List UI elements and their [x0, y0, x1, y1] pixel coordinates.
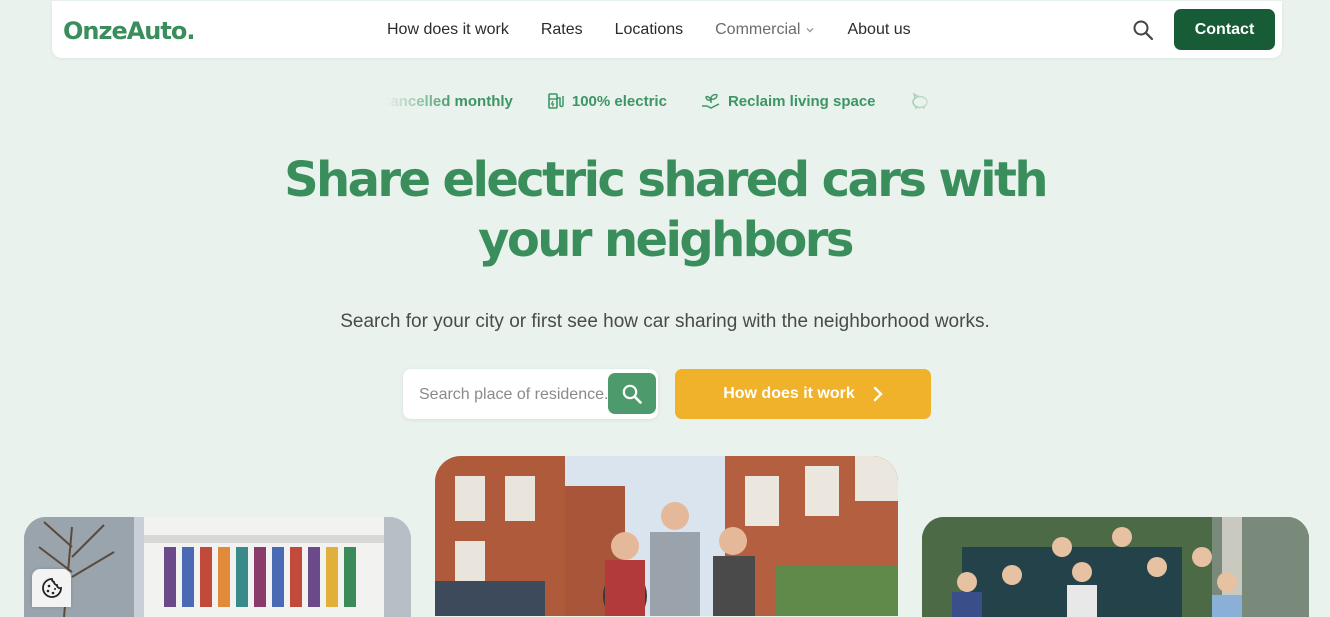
usp-label: Reclaim living space: [727, 92, 876, 110]
nav-about-us[interactable]: About us: [847, 21, 910, 39]
how-it-works-button[interactable]: How does it work: [675, 369, 931, 419]
hero-subtitle: Search for your city or first see how ca…: [340, 311, 990, 332]
search-submit-button[interactable]: [608, 373, 656, 414]
nav-rates[interactable]: Rates: [541, 21, 583, 39]
usp-electric: 100% electric: [547, 92, 667, 110]
hero-title: Share electric shared cars with your nei…: [284, 152, 1048, 268]
usp-living-space: Reclaim living space: [701, 92, 876, 110]
plant-hand-icon: [701, 93, 720, 109]
nav-commercial-label: Commercial: [715, 21, 801, 38]
search-icon: [622, 384, 642, 404]
neighbors-group-photo: [435, 456, 898, 616]
cookie-settings-button[interactable]: [32, 569, 71, 607]
chevron-right-icon: [873, 386, 883, 402]
nav-commercial[interactable]: Commercial: [715, 21, 815, 39]
usp-label: 100% electric: [571, 92, 667, 110]
building-with-car-photo: [24, 517, 411, 617]
residence-search: [403, 369, 658, 419]
nav-locations[interactable]: Locations: [615, 21, 684, 39]
charging-station-icon: [548, 93, 564, 109]
usp-label: cancelled monthly: [386, 92, 513, 110]
nav-how-it-works[interactable]: How does it work: [387, 21, 509, 39]
site-header: OnzeAuto. How does it work Rates Locatio…: [52, 1, 1282, 58]
community-group-photo: [922, 517, 1309, 617]
residence-search-input[interactable]: [417, 383, 611, 407]
search-icon[interactable]: [1132, 19, 1156, 43]
usp-cancelled-monthly: cancelled monthly: [386, 93, 513, 110]
piggy-bank-icon: [911, 92, 928, 109]
usp-ticker-track: cancelled monthly 100% electric Reclaim …: [386, 92, 941, 110]
cookie-icon: [41, 578, 62, 598]
usp-ticker: cancelled monthly 100% electric Reclaim …: [386, 92, 941, 116]
main-nav: How does it work Rates Locations Commerc…: [387, 21, 943, 39]
contact-button[interactable]: Contact: [1174, 9, 1275, 50]
chevron-down-icon: [805, 25, 815, 35]
logo[interactable]: OnzeAuto.: [63, 17, 195, 45]
how-it-works-label: How does it work: [723, 385, 855, 402]
usp-savings: [910, 92, 937, 110]
